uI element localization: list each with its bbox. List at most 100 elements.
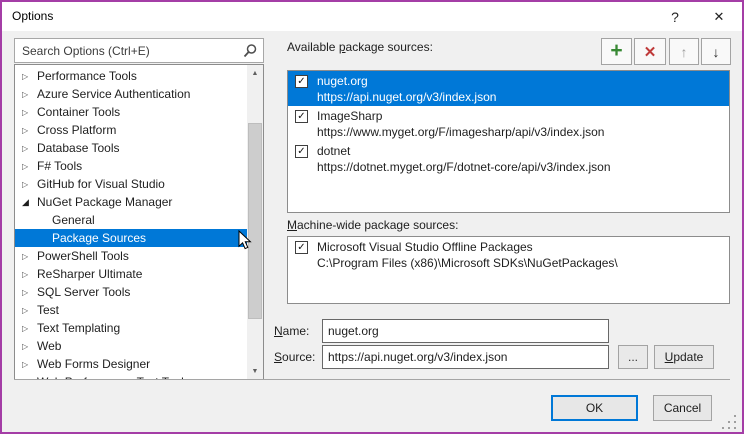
source-text: Microsoft Visual Studio Offline Packages… <box>317 239 618 271</box>
options-tree: ▷Performance Tools ▷Azure Service Authen… <box>14 64 264 380</box>
tree-scrollbar[interactable]: ▲ ▼ <box>247 65 263 379</box>
tree-item-performance-tools[interactable]: ▷Performance Tools <box>15 67 247 85</box>
label-text: ource: <box>282 350 315 364</box>
tree-item-web-forms-designer[interactable]: ▷Web Forms Designer <box>15 355 247 373</box>
ok-button[interactable]: OK <box>551 395 638 421</box>
checkbox-checked[interactable]: ✓ <box>295 75 308 88</box>
source-item-nuget-org[interactable]: ✓ nuget.org https://api.nuget.org/v3/ind… <box>288 71 729 106</box>
cancel-label: Cancel <box>664 401 701 415</box>
close-button[interactable]: ✕ <box>696 2 742 31</box>
tree-item-container-tools[interactable]: ▷Container Tools <box>15 103 247 121</box>
tree-item-web[interactable]: ▷Web <box>15 337 247 355</box>
label-mnemonic: U <box>665 350 674 364</box>
machine-sources-label: Machine-wide package sources: <box>287 218 458 232</box>
resize-grip[interactable] <box>722 415 724 417</box>
tree-item-label: Performance Tools <box>37 69 137 83</box>
chevron-right-icon: ▷ <box>20 324 37 333</box>
tree-item-label: Container Tools <box>37 105 120 119</box>
tree-item-label: Text Templating <box>37 321 120 335</box>
tree-rows: ▷Performance Tools ▷Azure Service Authen… <box>15 67 247 380</box>
x-icon: ✕ <box>644 43 657 61</box>
tree-item-label: Test <box>37 303 59 317</box>
source-item-dotnet[interactable]: ✓ dotnet https://dotnet.myget.org/F/dotn… <box>288 141 729 176</box>
checkbox-checked[interactable]: ✓ <box>295 145 308 158</box>
checkbox-checked[interactable]: ✓ <box>295 110 308 123</box>
scroll-down-icon[interactable]: ▼ <box>247 363 263 379</box>
tree-item-test[interactable]: ▷Test <box>15 301 247 319</box>
source-item-imagesharp[interactable]: ✓ ImageSharp https://www.myget.org/F/ima… <box>288 106 729 141</box>
tree-item-sql-server-tools[interactable]: ▷SQL Server Tools <box>15 283 247 301</box>
checkbox-checked[interactable]: ✓ <box>295 241 308 254</box>
label-mnemonic: M <box>287 218 297 232</box>
tree-item-fsharp-tools[interactable]: ▷F# Tools <box>15 157 247 175</box>
chevron-right-icon: ▷ <box>20 108 37 117</box>
search-input[interactable] <box>15 39 263 62</box>
tree-item-label: Azure Service Authentication <box>37 87 190 101</box>
tree-item-github-for-visual-studio[interactable]: ▷GitHub for Visual Studio <box>15 175 247 193</box>
chevron-right-icon: ▷ <box>20 90 37 99</box>
browse-button[interactable]: ... <box>618 345 648 369</box>
tree-item-label: ReSharper Ultimate <box>37 267 142 281</box>
tree-item-label: General <box>52 213 95 227</box>
source-item-vs-offline-packages[interactable]: ✓ Microsoft Visual Studio Offline Packag… <box>288 237 729 272</box>
tree-item-powershell-tools[interactable]: ▷PowerShell Tools <box>15 247 247 265</box>
source-name: ImageSharp <box>317 108 604 124</box>
chevron-right-icon: ▷ <box>20 342 37 351</box>
tree-item-text-templating[interactable]: ▷Text Templating <box>15 319 247 337</box>
source-input[interactable] <box>323 346 608 368</box>
tree-item-azure-service-authentication[interactable]: ▷Azure Service Authentication <box>15 85 247 103</box>
tree-item-database-tools[interactable]: ▷Database Tools <box>15 139 247 157</box>
options-dialog: Options ? ✕ ▷Performance Tools ▷Azure Se… <box>0 0 744 434</box>
source-url: https://www.myget.org/F/imagesharp/api/v… <box>317 124 604 140</box>
source-url: C:\Program Files (x86)\Microsoft SDKs\Nu… <box>317 255 618 271</box>
move-down-button[interactable]: ↓ <box>701 38 731 65</box>
tree-item-cross-platform[interactable]: ▷Cross Platform <box>15 121 247 139</box>
tree-item-label: Cross Platform <box>37 123 116 137</box>
tree-item-package-sources[interactable]: Package Sources <box>15 229 247 247</box>
ok-label: OK <box>586 401 603 415</box>
tree-item-label: Web <box>37 339 61 353</box>
source-name: nuget.org <box>317 73 496 89</box>
name-input[interactable] <box>323 320 608 342</box>
remove-source-button[interactable]: ✕ <box>634 38 666 65</box>
scroll-up-icon[interactable]: ▲ <box>247 65 263 81</box>
dialog-title: Options <box>12 9 53 23</box>
ellipsis-icon: ... <box>628 350 638 364</box>
tree-item-nuget-package-manager[interactable]: ◢NuGet Package Manager <box>15 193 247 211</box>
footer-divider <box>14 379 730 380</box>
help-button[interactable]: ? <box>654 2 696 31</box>
source-field-box <box>322 345 609 369</box>
plus-icon: + <box>610 40 622 61</box>
add-source-button[interactable]: + <box>601 38 632 65</box>
source-text: nuget.org https://api.nuget.org/v3/index… <box>317 73 496 105</box>
chevron-right-icon: ▷ <box>20 252 37 261</box>
source-name: Microsoft Visual Studio Offline Packages <box>317 239 618 255</box>
tree-item-label: PowerShell Tools <box>37 249 129 263</box>
label-mnemonic: N <box>274 324 283 338</box>
chevron-right-icon: ▷ <box>20 144 37 153</box>
chevron-right-icon: ▷ <box>20 126 37 135</box>
search-box <box>14 38 264 63</box>
arrow-down-icon: ↓ <box>713 44 720 60</box>
chevron-right-icon: ▷ <box>20 288 37 297</box>
tree-item-resharper-ultimate[interactable]: ▷ReSharper Ultimate <box>15 265 247 283</box>
chevron-right-icon: ▷ <box>20 360 37 369</box>
available-sources-list: ✓ nuget.org https://api.nuget.org/v3/ind… <box>287 70 730 213</box>
tree-item-label: GitHub for Visual Studio <box>37 177 165 191</box>
tree-item-label: NuGet Package Manager <box>37 195 172 209</box>
arrow-up-icon: ↑ <box>681 44 688 60</box>
label-mnemonic: p <box>339 40 346 54</box>
label-text: achine-wide package sources: <box>297 218 458 232</box>
search-icon[interactable] <box>242 43 258 59</box>
tree-item-label: SQL Server Tools <box>37 285 130 299</box>
label-text: Available <box>287 40 339 54</box>
available-sources-label: Available package sources: <box>287 40 433 54</box>
move-up-button[interactable]: ↑ <box>669 38 699 65</box>
tree-item-general[interactable]: General <box>15 211 247 229</box>
tree-item-label: Database Tools <box>37 141 120 155</box>
scrollbar-thumb[interactable] <box>248 123 262 319</box>
update-button[interactable]: Update <box>654 345 714 369</box>
close-icon: ✕ <box>714 9 725 25</box>
cancel-button[interactable]: Cancel <box>653 395 712 421</box>
chevron-right-icon: ▷ <box>20 162 37 171</box>
